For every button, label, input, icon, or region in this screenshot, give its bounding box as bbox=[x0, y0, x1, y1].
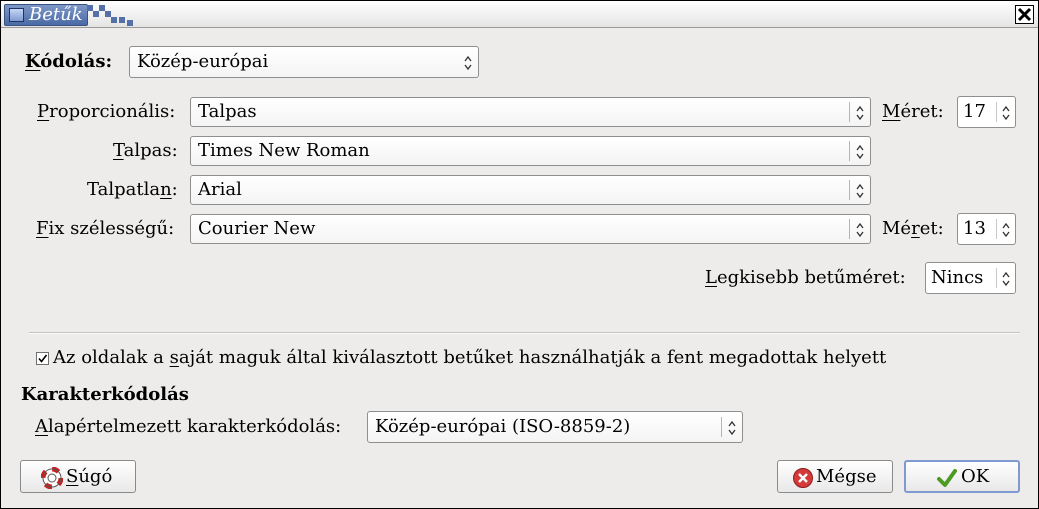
charset-heading: Karakterkódolás bbox=[21, 384, 189, 405]
updown-arrows-icon bbox=[996, 219, 1013, 239]
help-label: Súgó bbox=[66, 466, 113, 487]
title-pill: Betűk bbox=[4, 4, 88, 26]
fonts-dialog: Betűk Kódolás: Közép-európai Proporcioná… bbox=[0, 0, 1039, 509]
min-size-label: Legkisebb betűméret: bbox=[705, 267, 906, 288]
default-charset-value: Közép-európai (ISO-8859-2) bbox=[375, 416, 631, 437]
serif-font-select[interactable]: Times New Roman bbox=[190, 136, 871, 166]
checkmark-icon bbox=[38, 354, 48, 363]
min-size-select[interactable]: Nincs bbox=[925, 262, 1016, 294]
window-menu-icon[interactable] bbox=[9, 8, 24, 22]
encoding-label: Kódolás: bbox=[25, 51, 113, 72]
proportional-font-select[interactable]: Talpas bbox=[190, 97, 871, 127]
updown-arrows-icon bbox=[849, 102, 870, 122]
monospace-font-value: Courier New bbox=[198, 218, 316, 239]
decor-pattern-icon bbox=[127, 20, 133, 26]
default-charset-label: Alapértelmezett karakterkódolás: bbox=[35, 416, 342, 437]
size-label-2: Méret: bbox=[882, 218, 944, 239]
updown-arrows-icon bbox=[996, 268, 1013, 288]
title-bar[interactable]: Betűk bbox=[1, 1, 1038, 28]
ok-label: OK bbox=[961, 466, 990, 487]
updown-arrows-icon bbox=[996, 102, 1013, 122]
lifebuoy-icon bbox=[41, 467, 63, 489]
decor-pattern-icon bbox=[93, 11, 99, 17]
close-button[interactable] bbox=[1015, 5, 1034, 24]
updown-arrows-icon bbox=[849, 219, 870, 239]
proportional-size-value: 17 bbox=[963, 101, 986, 122]
updown-arrows-icon bbox=[849, 141, 870, 161]
sans-serif-font-value: Arial bbox=[198, 179, 242, 200]
close-icon bbox=[1017, 7, 1032, 22]
window-title: Betűk bbox=[29, 4, 83, 25]
default-charset-select[interactable]: Közép-európai (ISO-8859-2) bbox=[367, 411, 743, 443]
help-button[interactable]: Súgó bbox=[20, 460, 136, 493]
decor-pattern-icon bbox=[119, 17, 125, 23]
allow-page-fonts-label[interactable]: Az oldalak a saját maguk által kiválaszt… bbox=[53, 342, 886, 374]
serif-label: Talpas: bbox=[113, 140, 178, 161]
cancel-icon bbox=[793, 468, 813, 488]
updown-arrows-icon bbox=[721, 417, 742, 437]
separator bbox=[29, 332, 1020, 334]
updown-arrows-icon bbox=[458, 52, 478, 72]
serif-font-value: Times New Roman bbox=[198, 140, 370, 161]
proportional-size-select[interactable]: 17 bbox=[957, 96, 1016, 128]
proportional-font-value: Talpas bbox=[198, 101, 257, 122]
sans-serif-label: Talpatlan: bbox=[87, 179, 178, 200]
size-label-1: Méret: bbox=[882, 101, 944, 122]
decor-pattern-icon bbox=[111, 17, 117, 23]
updown-arrows-icon bbox=[849, 180, 870, 200]
sans-serif-font-select[interactable]: Arial bbox=[190, 175, 871, 205]
monospace-font-select[interactable]: Courier New bbox=[190, 214, 871, 244]
monospace-size-select[interactable]: 13 bbox=[957, 213, 1016, 245]
checkmark-icon bbox=[937, 469, 957, 487]
min-size-value: Nincs bbox=[931, 267, 984, 288]
proportional-label: Proporcionális: bbox=[37, 101, 176, 122]
monospace-label: Fix szélességű: bbox=[36, 218, 175, 239]
allow-page-fonts-checkbox[interactable] bbox=[36, 352, 49, 365]
cancel-button[interactable]: Mégse bbox=[777, 460, 893, 493]
encoding-select[interactable]: Közép-európai bbox=[129, 46, 479, 78]
encoding-value: Közép-európai bbox=[137, 51, 269, 72]
ok-button[interactable]: OK bbox=[904, 460, 1020, 493]
cancel-label: Mégse bbox=[816, 466, 877, 487]
monospace-size-value: 13 bbox=[963, 218, 986, 239]
